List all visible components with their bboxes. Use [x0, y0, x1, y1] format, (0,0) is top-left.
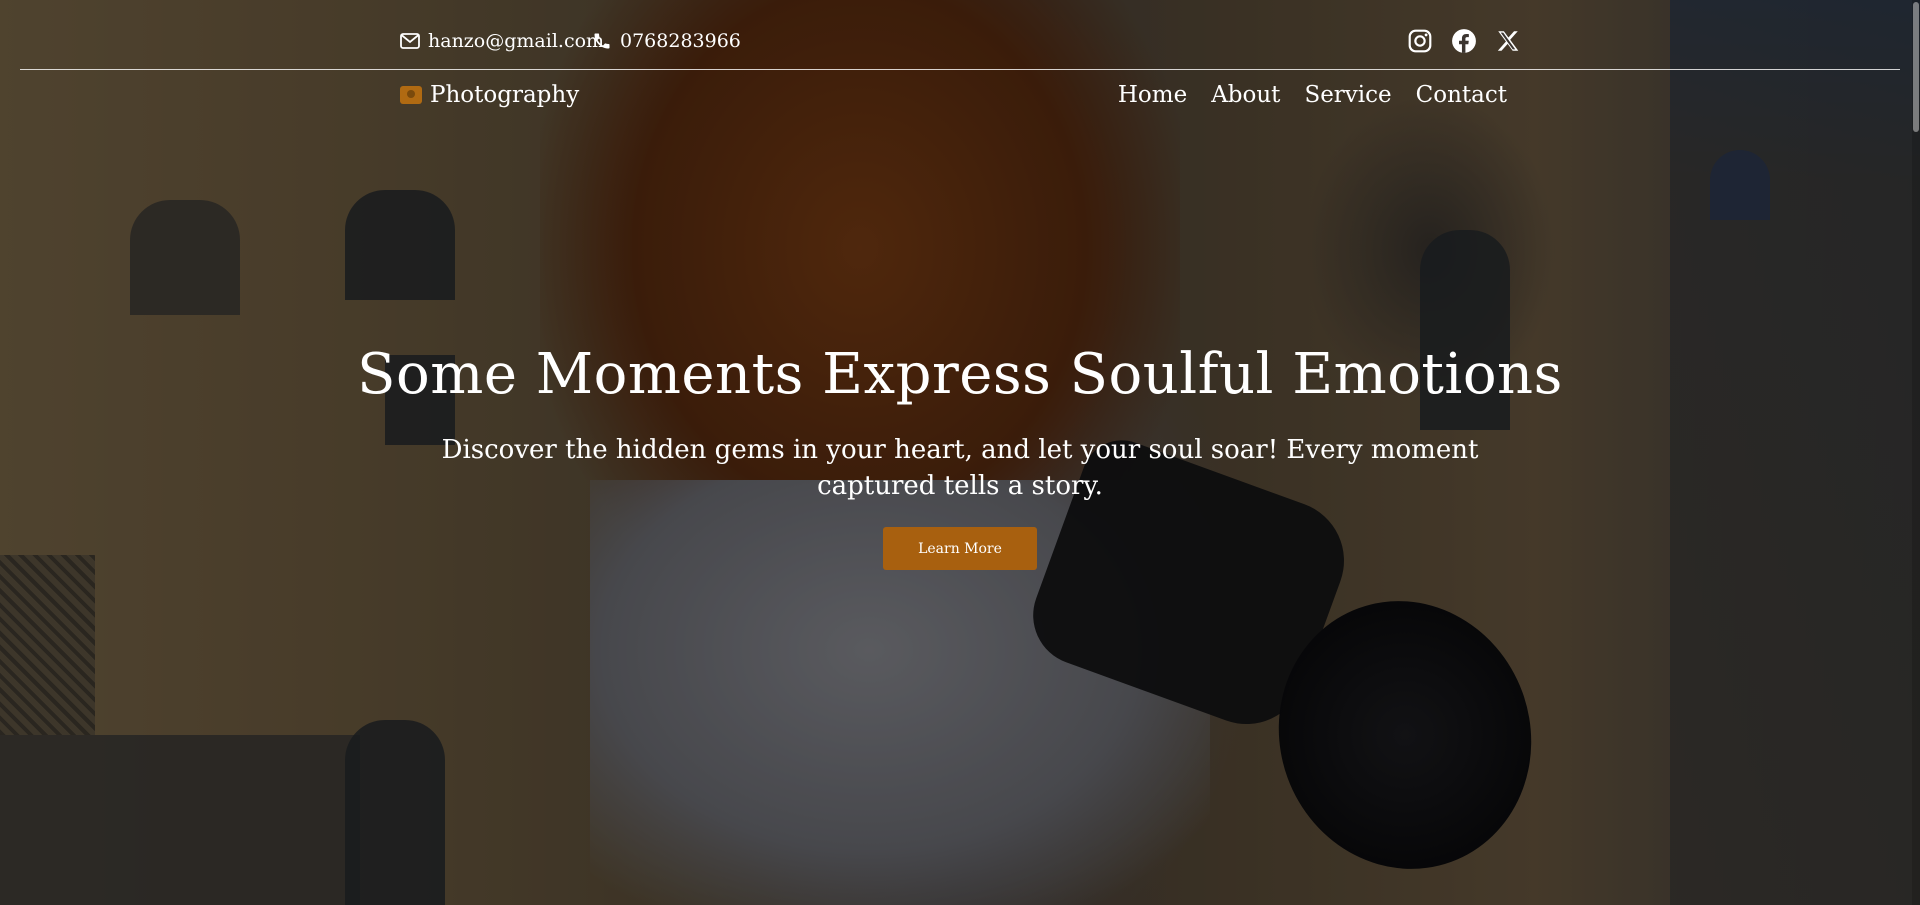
instagram-link[interactable]	[1407, 28, 1433, 54]
header-divider	[20, 69, 1900, 70]
nav-home[interactable]: Home	[1118, 82, 1187, 108]
page-scrollbar[interactable]	[1912, 0, 1920, 905]
contact-phone[interactable]: 0768283966	[592, 30, 741, 52]
scrollbar-thumb[interactable]	[1913, 2, 1919, 132]
email-text: hanzo@gmail.com	[428, 30, 605, 52]
top-bar: hanzo@gmail.com 0768283966	[0, 0, 1920, 70]
x-icon	[1497, 31, 1519, 51]
brand-name: Photography	[430, 82, 580, 108]
instagram-icon	[1408, 29, 1432, 53]
x-link[interactable]	[1495, 28, 1521, 54]
phone-text: 0768283966	[620, 30, 741, 52]
mail-icon	[400, 33, 420, 49]
brand-logo[interactable]: Photography	[400, 82, 579, 108]
hero-subtitle: Discover the hidden gems in your heart, …	[441, 435, 1479, 501]
contact-email[interactable]: hanzo@gmail.com	[400, 30, 604, 52]
hero-section: hanzo@gmail.com 0768283966 Photography H…	[0, 0, 1920, 905]
nav-contact[interactable]: Contact	[1416, 82, 1507, 108]
nav-service[interactable]: Service	[1304, 82, 1391, 108]
facebook-icon	[1452, 29, 1476, 53]
camera-logo-icon	[400, 86, 422, 104]
nav-about[interactable]: About	[1211, 82, 1280, 108]
learn-more-button[interactable]: Learn More	[883, 527, 1037, 570]
phone-icon	[594, 33, 610, 49]
facebook-link[interactable]	[1451, 28, 1477, 54]
main-nav: Home About Service Contact	[1118, 82, 1507, 108]
hero-title: Some Moments Express Soulful Emotions	[357, 342, 1563, 407]
